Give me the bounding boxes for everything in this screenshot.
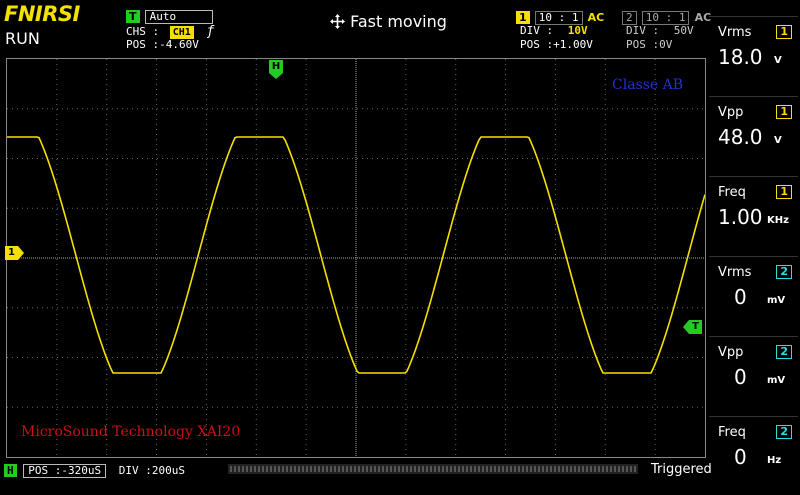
waveform-canvas[interactable] — [7, 59, 705, 457]
measure-value: 0 — [734, 285, 747, 309]
ch2-div-label: DIV : — [626, 24, 660, 37]
ch1-coupling[interactable]: AC — [588, 11, 605, 24]
ch1-pos[interactable]: POS :+1.00V — [520, 38, 593, 51]
move-mode-label: Fast moving — [350, 12, 447, 31]
memory-depth-scrollbar[interactable] — [228, 464, 638, 474]
trigger-marker-label: T — [689, 320, 702, 334]
trigger-pos-label: POS : — [126, 38, 160, 51]
measure-name: Freq — [718, 425, 746, 440]
ch1-pos-label: POS : — [520, 38, 554, 51]
measure-ch1-freq[interactable]: Freq 1 1.00 KHz — [709, 176, 798, 255]
timebase-pos-value: -320uS — [61, 464, 102, 477]
measure-name: Freq — [718, 185, 746, 200]
measure-name: Vrms — [718, 25, 752, 40]
ch1-pos-value: +1.00V — [553, 38, 593, 51]
measure-value: 1.00 — [718, 205, 763, 229]
trigger-mode-value[interactable]: Auto — [144, 10, 213, 24]
measure-ch2-vrms[interactable]: Vrms 2 0 mV — [709, 256, 798, 335]
ch2-div[interactable]: DIV : 50V — [626, 24, 694, 37]
waveform-display[interactable]: Classe AB MicroSound Technology XAI20 H — [6, 58, 706, 458]
ch2-badge: 2 — [622, 11, 637, 25]
trigger-status: Triggered — [651, 462, 712, 477]
ch2-pos-value: 0V — [659, 38, 673, 51]
h-badge: H — [4, 464, 17, 477]
ch2-div-value: 50V — [673, 24, 694, 37]
ch1-probe[interactable]: 10 : 1 — [534, 11, 583, 25]
measure-channel: 1 — [776, 25, 792, 39]
ch2-pos[interactable]: POS :0V — [626, 38, 672, 51]
chs-label: CHS : — [126, 25, 160, 38]
ch2-probe[interactable]: 10 : 1 — [641, 11, 690, 25]
measure-name: Vpp — [718, 105, 744, 120]
measure-ch1-vrms[interactable]: Vrms 1 18.0 V — [709, 16, 798, 95]
trigger-level-marker[interactable]: T — [683, 320, 702, 339]
trigger-badge: T — [126, 10, 140, 23]
measure-unit: mV — [767, 375, 786, 386]
measure-value: 18.0 — [718, 45, 763, 69]
graticule — [7, 59, 705, 457]
horizontal-position-marker[interactable]: H — [269, 60, 283, 79]
run-state[interactable]: RUN — [5, 29, 40, 48]
timebase-bar: H POS :-320uS DIV :200uS Triggered — [0, 462, 800, 480]
timebase-info[interactable]: H POS :-320uS DIV :200uS — [4, 464, 185, 478]
ch1-level-marker[interactable]: 1 — [5, 246, 24, 265]
measure-unit: mV — [767, 295, 786, 306]
measure-ch1-vpp[interactable]: Vpp 1 48.0 V — [709, 96, 798, 175]
measure-name: Vrms — [718, 265, 752, 280]
measure-value: 48.0 — [718, 125, 763, 149]
trigger-position[interactable]: POS :-4.60V — [126, 38, 199, 51]
measurement-panel: Vrms 1 18.0 V Vpp 1 48.0 V Freq 1 1.00 K… — [709, 16, 800, 480]
ch1-settings[interactable]: 1 10 : 1 AC — [516, 6, 604, 25]
move-arrows-icon — [330, 14, 345, 29]
timebase-pos[interactable]: POS :-320uS — [23, 464, 107, 478]
measure-name: Vpp — [718, 345, 744, 360]
timebase-div-value: 200uS — [151, 464, 185, 477]
move-mode[interactable]: Fast moving — [330, 12, 447, 31]
measure-unit: V — [774, 55, 782, 66]
ch1-div[interactable]: DIV : 10V — [520, 24, 588, 37]
trigger-mode[interactable]: T Auto — [126, 5, 213, 24]
measure-channel: 2 — [776, 345, 792, 359]
ch1-div-value: 10V — [567, 24, 588, 37]
measure-value: 0 — [734, 365, 747, 389]
measure-ch2-freq[interactable]: Freq 2 0 Hz — [709, 416, 798, 495]
ch1-badge: 1 — [516, 11, 530, 24]
measure-unit: KHz — [767, 215, 789, 226]
annotation-bottom: MicroSound Technology XAI20 — [21, 424, 241, 440]
ch2-settings[interactable]: 2 10 : 1 AC — [622, 6, 711, 25]
measure-channel: 2 — [776, 265, 792, 279]
rising-edge-icon[interactable]: ƒ — [206, 24, 214, 39]
ch1-div-label: DIV : — [520, 24, 554, 37]
timebase-pos-label: POS : — [28, 464, 62, 477]
trigger-pos-value: -4.60V — [159, 38, 199, 51]
measure-channel: 2 — [776, 425, 792, 439]
trigger-source[interactable]: CHS : CH1 ƒ — [126, 24, 214, 39]
measure-channel: 1 — [776, 105, 792, 119]
brand-logo: FNIRSI — [4, 2, 80, 26]
annotation-top: Classe AB — [612, 77, 684, 93]
timebase-div-label: DIV : — [118, 464, 152, 477]
measure-channel: 1 — [776, 185, 792, 199]
ch2-pos-label: POS : — [626, 38, 660, 51]
ch1-marker-label: 1 — [5, 246, 18, 260]
measure-unit: V — [774, 135, 782, 146]
h-marker-label: H — [269, 60, 283, 73]
measure-ch2-vpp[interactable]: Vpp 2 0 mV — [709, 336, 798, 415]
